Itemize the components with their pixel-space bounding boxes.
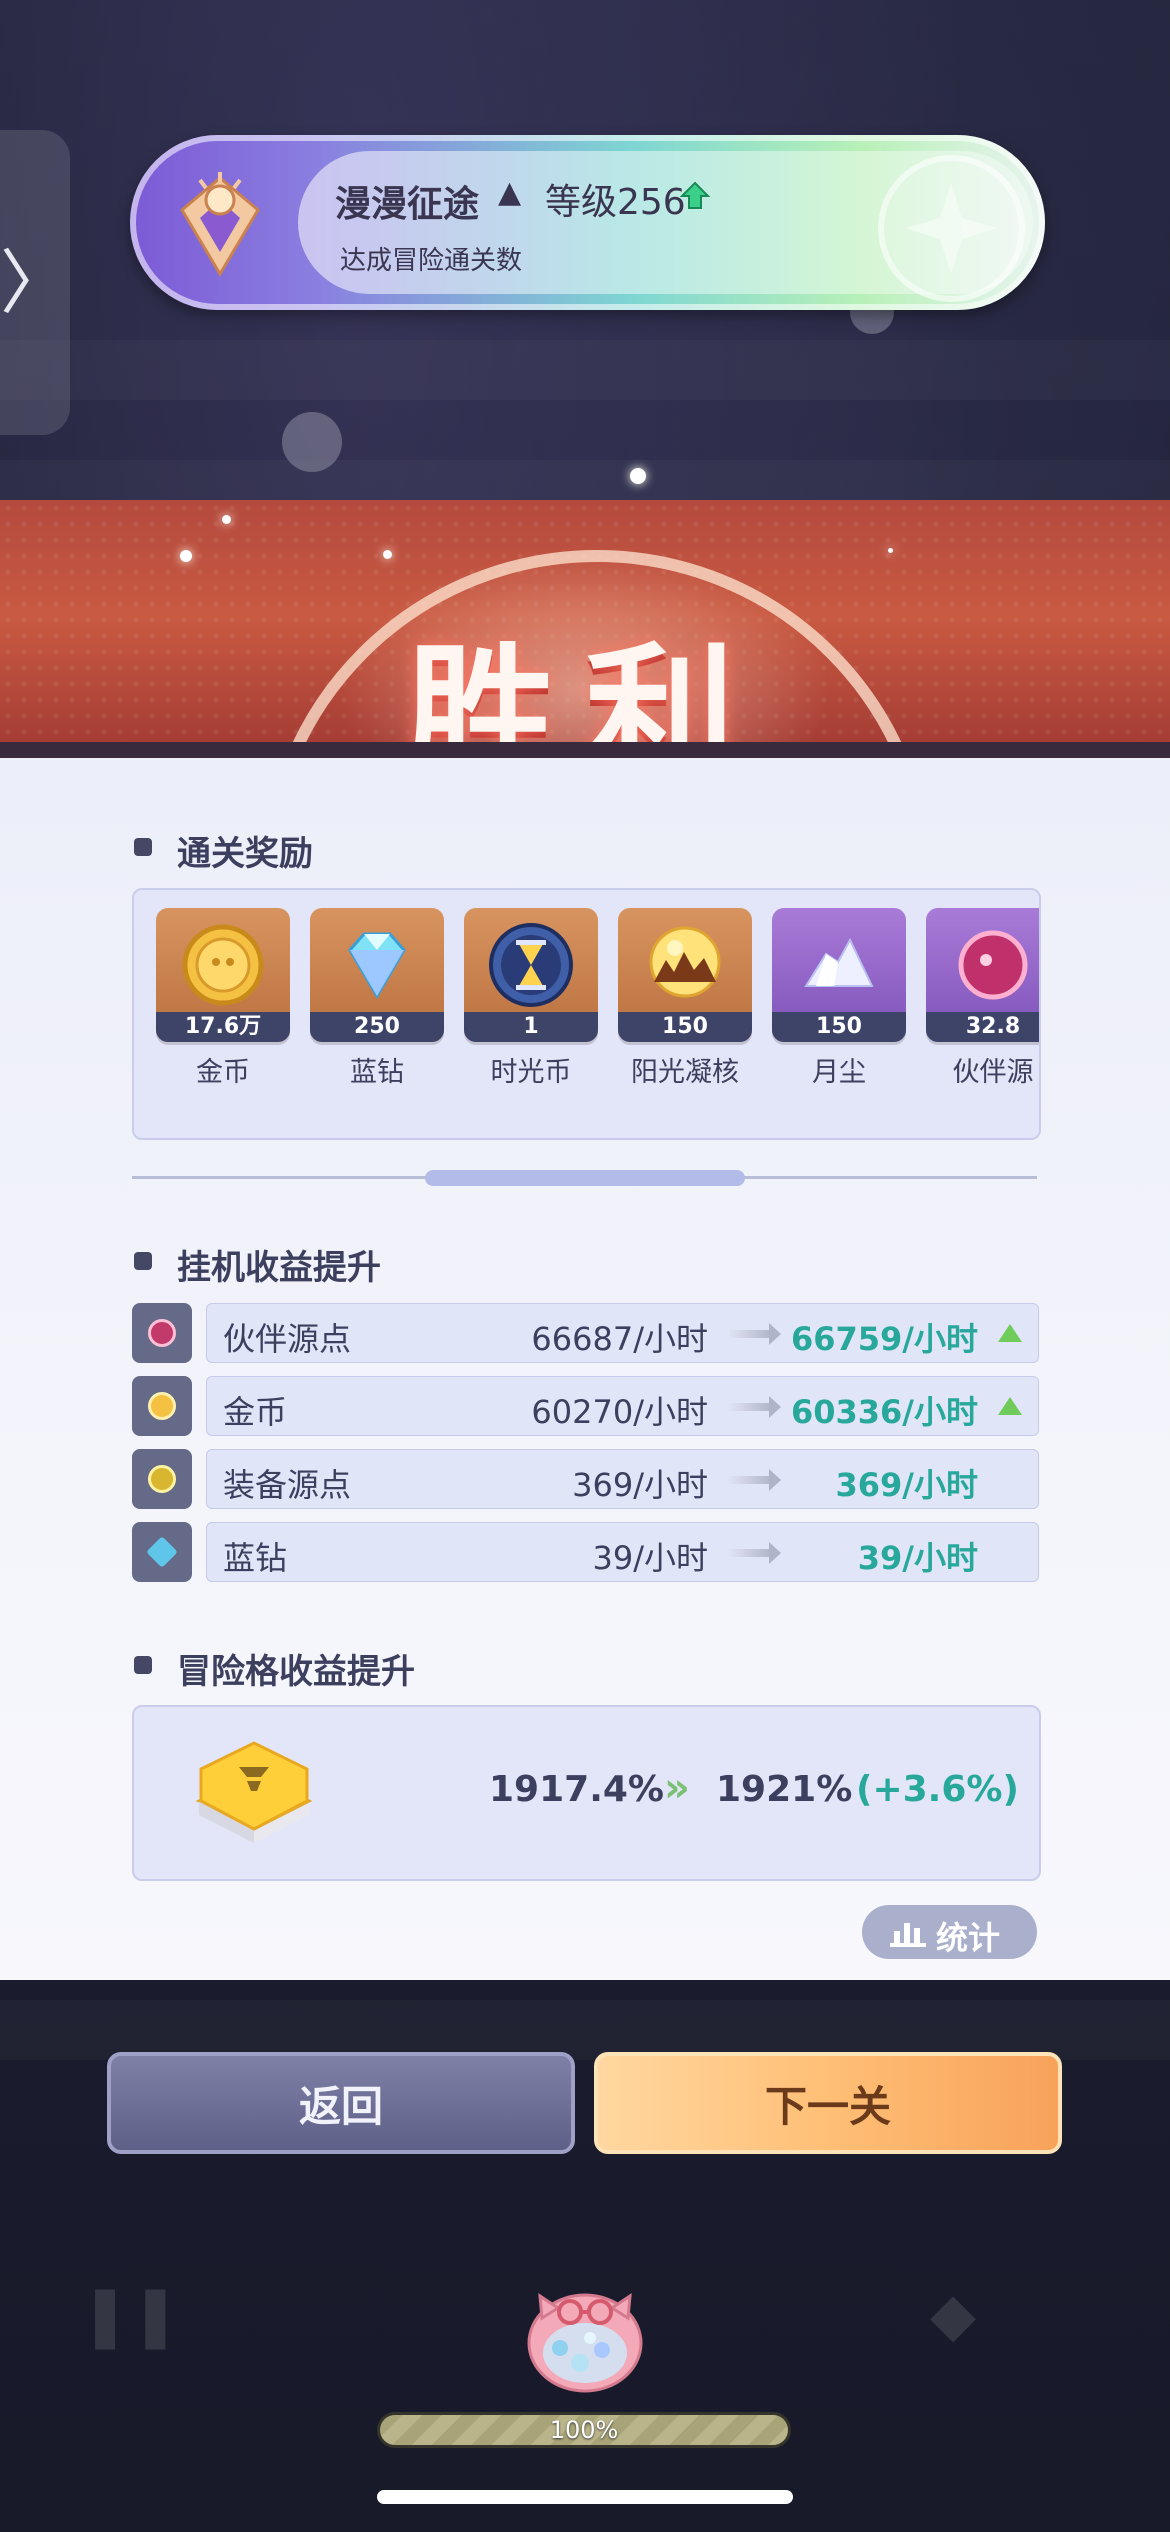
reward-count: 1	[464, 1012, 598, 1042]
level-up-arrow-icon	[680, 181, 710, 209]
bar-chart-icon	[890, 1923, 926, 1947]
victory-header: 胜利	[0, 500, 1170, 758]
reward-count: 250	[310, 1012, 444, 1042]
idle-row-name: 金币	[223, 1393, 288, 1431]
sunlight-core-icon	[649, 926, 721, 998]
reward-name: 月尘	[812, 1057, 866, 1088]
idle-row-partner-source: 伙伴源点 66687/小时 66759/小时	[132, 1303, 1039, 1363]
stats-button[interactable]: 统计	[862, 1905, 1037, 1959]
idle-row-new-value: 369/小时	[835, 1466, 979, 1504]
rewards-list[interactable]: 17.6万 金币 250 蓝钻 1 时光币 150 阳光凝核 150 月尘 32…	[132, 888, 1041, 1140]
adventure-grid-tile-icon	[195, 1741, 313, 1843]
chevron-right-icon: 〉	[0, 241, 70, 324]
grid-bonus-box: 1917.4% » 1921% (+3.6%)	[132, 1705, 1041, 1881]
reward-name: 金币	[196, 1057, 250, 1088]
partner-source-icon	[958, 930, 1028, 1000]
idle-row-blue-diamond: 蓝钻 39/小时 39/小时	[132, 1522, 1039, 1582]
gold-coin-icon	[182, 924, 264, 1006]
idle-row-name: 伙伴源点	[223, 1320, 352, 1358]
arrow-right-icon	[729, 1323, 781, 1345]
achievement-level: 等级256	[545, 182, 686, 223]
reward-name: 阳光凝核	[631, 1057, 739, 1088]
reward-count: 32.8	[926, 1012, 1039, 1042]
idle-row-new-value: 39/小时	[857, 1539, 978, 1577]
reward-count: 17.6万	[156, 1012, 290, 1042]
grid-old-value: 1917.4%	[489, 1769, 664, 1810]
reward-name: 时光币	[490, 1057, 572, 1088]
achievement-description: 达成冒险通关数	[340, 246, 523, 276]
reward-item-sunlight-core[interactable]: 150 阳光凝核	[618, 908, 752, 1089]
grid-section-title: 冒险格收益提升	[177, 1652, 415, 1692]
achievement-star-badge-icon	[878, 155, 1025, 302]
double-chevron-right-icon: »	[664, 1765, 690, 1811]
reward-name: 伙伴源	[952, 1057, 1034, 1088]
reward-count: 150	[618, 1012, 752, 1042]
arrow-right-icon	[729, 1542, 781, 1564]
reward-item-moon-dust[interactable]: 150 月尘	[772, 908, 906, 1089]
idle-row-equipment-source: 装备源点 369/小时 369/小时	[132, 1449, 1039, 1509]
reward-count: 150	[772, 1012, 906, 1042]
home-indicator[interactable]	[377, 2490, 793, 2504]
time-coin-icon	[489, 923, 573, 1007]
piggy-bank-icon	[527, 2293, 643, 2393]
idle-row-old-value: 66687/小时	[531, 1320, 708, 1358]
blue-diamond-icon	[348, 932, 406, 999]
achievement-banner[interactable]: 漫漫征途 ▲ 等级256 达成冒险通关数	[130, 135, 1045, 310]
achievement-emblem-icon	[180, 172, 260, 277]
idle-row-gold: 金币 60270/小时 60336/小时	[132, 1376, 1039, 1436]
next-level-button[interactable]: 下一关	[594, 2052, 1062, 2154]
idle-section-title: 挂机收益提升	[177, 1248, 381, 1288]
grid-delta-value: (+3.6%)	[856, 1769, 1019, 1810]
progress-label: 100%	[549, 2416, 619, 2444]
reward-item-partner-source[interactable]: 32.8 伙伴源	[926, 908, 1039, 1089]
increase-arrow-icon	[998, 1397, 1022, 1415]
side-drawer-toggle[interactable]: 〉	[0, 130, 70, 435]
rewards-section-title: 通关奖励	[177, 834, 313, 874]
progress-bar: 100%	[377, 2412, 791, 2448]
equipment-source-icon	[132, 1449, 192, 1509]
moon-dust-icon	[804, 937, 874, 987]
arrow-right-icon	[729, 1396, 781, 1418]
decor-spark	[630, 468, 646, 484]
arrow-right-icon	[729, 1469, 781, 1491]
idle-row-name: 装备源点	[223, 1466, 352, 1504]
reward-item-gold[interactable]: 17.6万 金币	[156, 908, 290, 1089]
reward-name: 蓝钻	[350, 1057, 404, 1088]
reward-item-blue-diamond[interactable]: 250 蓝钻	[310, 908, 444, 1089]
achievement-title: 漫漫征途	[335, 183, 480, 225]
separator-triangle-icon: ▲	[498, 175, 522, 210]
victory-title: 胜利	[404, 628, 765, 758]
rewards-scrollbar[interactable]	[425, 1170, 745, 1186]
idle-row-new-value: 66759/小时	[790, 1320, 978, 1358]
idle-row-new-value: 60336/小时	[790, 1393, 978, 1431]
reward-item-time-coin[interactable]: 1 时光币	[464, 908, 598, 1089]
increase-arrow-icon	[998, 1324, 1022, 1342]
idle-row-old-value: 39/小时	[592, 1539, 708, 1577]
partner-source-icon	[132, 1303, 192, 1363]
skip-icon: ◆	[930, 2280, 977, 2350]
idle-row-name: 蓝钻	[223, 1539, 288, 1577]
back-button[interactable]: 返回	[107, 2052, 575, 2154]
grid-new-value: 1921%	[716, 1769, 853, 1810]
idle-row-old-value: 369/小时	[572, 1466, 708, 1504]
blue-diamond-icon	[132, 1522, 192, 1582]
pause-icon: ❚❚	[80, 2280, 181, 2350]
decor-bubble	[282, 412, 342, 472]
idle-row-old-value: 60270/小时	[531, 1393, 708, 1431]
gold-coin-icon	[132, 1376, 192, 1436]
